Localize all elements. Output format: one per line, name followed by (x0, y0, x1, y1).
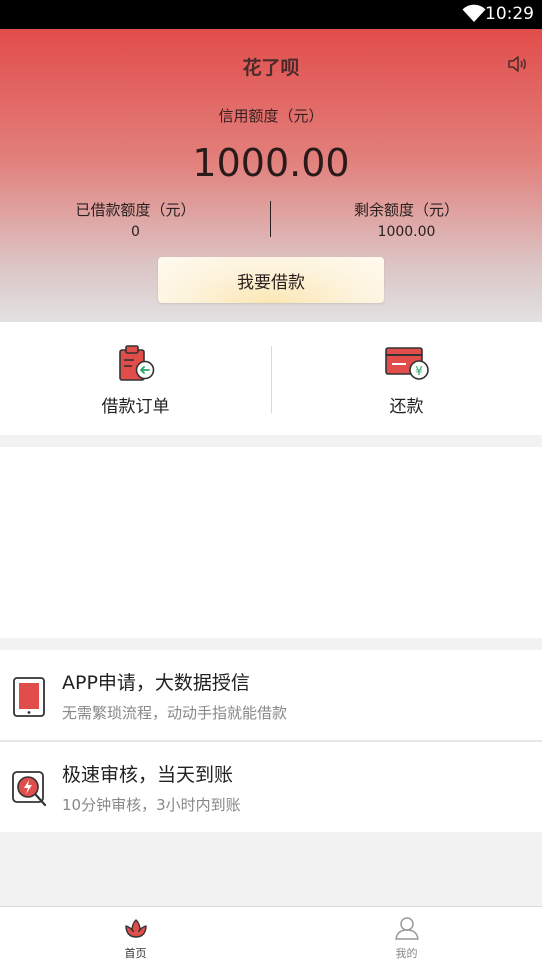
card-yuan-icon: ¥ (384, 347, 429, 380)
credit-limit-label: 信用额度（元） (218, 107, 324, 125)
tab-me[interactable]: 我的 (271, 907, 542, 964)
feature-title: APP申请，大数据授信 (62, 672, 250, 694)
borrowed-label: 已借款额度（元） (75, 201, 196, 219)
clipboard-icon (118, 345, 154, 381)
tab-home[interactable]: 首页 (0, 907, 271, 964)
tablet-icon (13, 677, 45, 717)
status-bar: 10:29 (0, 0, 542, 29)
bottom-tab-bar: 首页 我的 (0, 906, 542, 964)
remaining-amount: 剩余额度（元） 1000.00 (271, 199, 542, 240)
tab-label: 我的 (395, 947, 418, 960)
remaining-label: 剩余额度（元） (353, 201, 459, 219)
feature-title: 极速审核，当天到账 (62, 764, 234, 786)
person-icon (394, 917, 419, 940)
banner-area (0, 447, 542, 638)
credit-limit-value: 1000.00 (192, 141, 350, 185)
feature-desc: 无需繁琐流程，动动手指就能借款 (62, 704, 288, 722)
remaining-value: 1000.00 (377, 224, 436, 240)
flower-home-icon (124, 919, 147, 938)
wifi-icon (462, 4, 486, 22)
feature-fast-review: 极速审核，当天到账 10分钟审核，3小时内到账 (0, 742, 542, 832)
credit-header: 花了呗 信用额度（元） 1000.00 已借款额度（元） 0 剩余额度（元） 1… (0, 29, 542, 322)
borrow-button[interactable]: 我要借款 (158, 257, 384, 303)
status-time: 10:29 (485, 4, 534, 24)
action-loan-orders[interactable]: 借款订单 (0, 322, 271, 435)
tab-label: 首页 (124, 947, 147, 960)
action-repay[interactable]: ¥ 还款 (271, 322, 542, 435)
quick-actions: 借款订单 ¥ 还款 (0, 322, 542, 435)
svg-text:¥: ¥ (415, 364, 423, 378)
feature-desc: 10分钟审核，3小时内到账 (62, 796, 241, 814)
speaker-icon[interactable] (506, 52, 530, 76)
borrowed-amount: 已借款额度（元） 0 (0, 199, 271, 240)
app-title: 花了呗 (242, 57, 300, 79)
action-label: 还款 (389, 397, 424, 417)
feature-app-apply: APP申请，大数据授信 无需繁琐流程，动动手指就能借款 (0, 650, 542, 740)
borrowed-value: 0 (131, 224, 140, 240)
lightning-search-icon (12, 771, 47, 807)
action-label: 借款订单 (101, 397, 170, 417)
